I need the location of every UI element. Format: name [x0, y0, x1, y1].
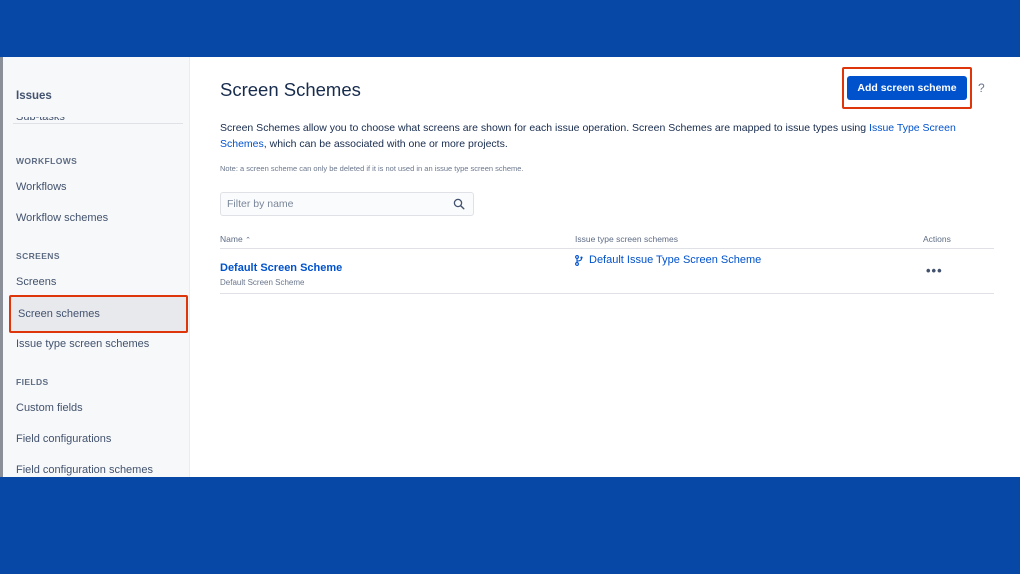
sidebar-item-field-configuration-schemes[interactable]: Field configuration schemes: [16, 464, 153, 476]
sidebar-item-workflow-schemes[interactable]: Workflow schemes: [16, 212, 108, 224]
issue-type-screen-scheme-link[interactable]: Default Issue Type Screen Scheme: [575, 254, 761, 266]
table-header-divider: [220, 248, 994, 249]
sidebar-item-label: Screen schemes: [18, 308, 100, 320]
issue-type-screen-scheme-label: Default Issue Type Screen Scheme: [589, 254, 762, 266]
branch-icon: [575, 254, 583, 266]
filter-input[interactable]: [221, 193, 441, 215]
scheme-description: Default Screen Scheme: [220, 278, 305, 287]
description-text-end: , which can be associated with one or mo…: [263, 138, 508, 150]
column-header-issue-type-screen-schemes: Issue type screen schemes: [575, 234, 678, 244]
sidebar-item-issues[interactable]: Issues: [16, 90, 52, 102]
description-text: Screen Schemes allow you to choose what …: [220, 122, 870, 134]
add-button-highlight: Add screen scheme: [842, 67, 972, 109]
scheme-name-link[interactable]: Default Screen Scheme: [220, 262, 342, 274]
sort-icon: ⌃: [245, 237, 251, 244]
app-window: Issues Sub-tasks WORKFLOWS Workflows Wor…: [0, 57, 1020, 477]
filter-field[interactable]: [220, 192, 474, 216]
help-icon[interactable]: ?: [978, 81, 985, 95]
sidebar: Issues Sub-tasks WORKFLOWS Workflows Wor…: [3, 57, 190, 477]
sidebar-item-screen-schemes[interactable]: Screen schemes: [9, 295, 188, 333]
sidebar-item-screens[interactable]: Screens: [16, 276, 56, 288]
sidebar-item-custom-fields[interactable]: Custom fields: [16, 402, 83, 414]
sidebar-item-workflows[interactable]: Workflows: [16, 181, 67, 193]
table-row-divider: [220, 293, 994, 294]
page-description: Screen Schemes allow you to choose what …: [220, 120, 980, 152]
deletion-note: Note: a screen scheme can only be delete…: [220, 164, 524, 173]
column-header-name[interactable]: Name ⌃: [220, 234, 251, 244]
sidebar-item-field-configurations[interactable]: Field configurations: [16, 433, 111, 445]
sidebar-section-workflows: WORKFLOWS: [16, 156, 78, 166]
sidebar-section-screens: SCREENS: [16, 251, 60, 261]
sidebar-item-issue-type-screen-schemes[interactable]: Issue type screen schemes: [16, 338, 149, 350]
column-header-label: Name: [220, 234, 243, 244]
search-icon[interactable]: [453, 198, 465, 210]
main-content: Screen Schemes Add screen scheme ? Scree…: [190, 57, 1020, 477]
sidebar-item-label: Sub-tasks: [16, 117, 65, 123]
more-actions-icon[interactable]: •••: [926, 263, 943, 278]
sidebar-divider: [13, 123, 183, 124]
add-screen-scheme-button[interactable]: Add screen scheme: [847, 76, 967, 100]
sidebar-section-fields: FIELDS: [16, 377, 49, 387]
page-title: Screen Schemes: [220, 79, 361, 100]
column-header-actions: Actions: [923, 234, 951, 244]
